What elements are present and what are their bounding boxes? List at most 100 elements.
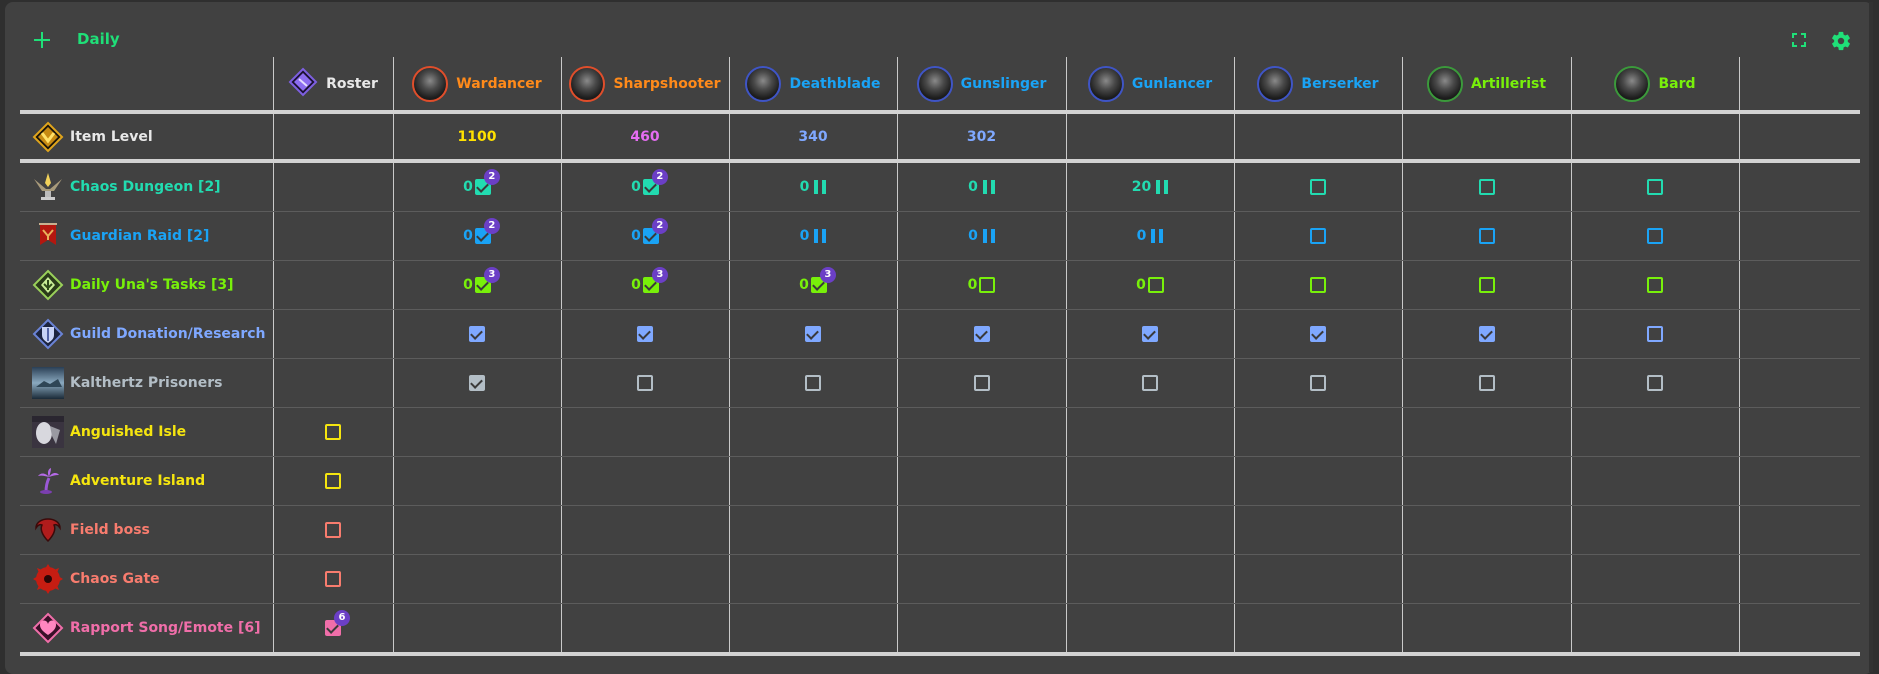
checkbox-checked[interactable] <box>973 326 990 342</box>
checkbox-unchecked[interactable] <box>325 522 341 538</box>
checkbox-unchecked[interactable] <box>1310 228 1326 244</box>
checkbox-unchecked[interactable] <box>637 375 653 391</box>
checkbox-unchecked[interactable] <box>325 571 341 587</box>
checkbox-unchecked[interactable] <box>325 473 341 489</box>
task-label[interactable]: Anguished Isle <box>70 424 186 440</box>
task-label[interactable]: Rapport Song/Emote [6] <box>70 620 261 636</box>
checkbox-unchecked[interactable] <box>1478 228 1495 244</box>
checkbox-unchecked[interactable] <box>325 424 341 440</box>
settings-button[interactable] <box>1830 30 1852 52</box>
cell-content: 02 <box>631 169 668 195</box>
cell-content <box>973 375 990 391</box>
task-cell: 0 <box>728 211 897 261</box>
character-avatar <box>412 65 449 102</box>
character-name: Gunlancer <box>1131 75 1213 92</box>
character-header[interactable]: Bard <box>1570 57 1739 114</box>
checkbox-unchecked[interactable] <box>1647 375 1663 391</box>
panel-title: Daily <box>77 30 120 48</box>
task-label[interactable]: Field boss <box>70 522 150 538</box>
task-cell <box>728 358 897 408</box>
checkbox-unchecked[interactable] <box>1478 277 1495 293</box>
character-header[interactable]: Gunlancer <box>1065 57 1234 114</box>
checkbox-unchecked[interactable] <box>1478 375 1495 391</box>
checkbox-checked[interactable]: 3 <box>474 267 500 293</box>
character-header[interactable]: Deathblade <box>728 57 897 114</box>
task-cell <box>1233 211 1402 261</box>
task-cell: 02 <box>392 161 561 212</box>
pause-icon[interactable] <box>814 180 827 194</box>
task-label[interactable]: Chaos Dungeon [2] <box>70 179 221 195</box>
character-header[interactable]: Gunslinger <box>896 57 1066 114</box>
checkbox-checked[interactable]: 3 <box>810 267 836 293</box>
character-header[interactable]: Berserker <box>1233 57 1402 114</box>
character-avatar <box>916 65 953 102</box>
pause-icon[interactable] <box>1151 229 1164 243</box>
task-label[interactable]: Guild Donation/Research <box>70 326 266 342</box>
cell-content <box>973 326 990 342</box>
task-label[interactable]: Guardian Raid [2] <box>70 228 209 244</box>
task-cell <box>1233 603 1402 656</box>
character-header[interactable]: Sharpshooter <box>560 57 729 114</box>
task-cell <box>392 358 561 408</box>
task-label[interactable]: Daily Una's Tasks [3] <box>70 277 234 293</box>
cell-content: 03 <box>799 267 836 293</box>
checkbox-checked[interactable] <box>805 326 821 342</box>
checkbox-checked[interactable]: 2 <box>642 218 668 244</box>
checkbox-unchecked[interactable] <box>1142 375 1158 391</box>
checkbox-unchecked[interactable] <box>1647 326 1663 342</box>
checkbox-checked[interactable] <box>1478 326 1495 342</box>
fullscreen-button[interactable] <box>1792 32 1806 47</box>
character-header[interactable]: Artillerist <box>1401 57 1571 114</box>
checkbox-checked[interactable] <box>1142 326 1158 342</box>
pause-icon[interactable] <box>982 180 995 194</box>
checkbox-checked[interactable] <box>637 326 653 342</box>
checkbox-unchecked[interactable] <box>1478 179 1495 195</box>
pause-icon[interactable] <box>982 229 995 243</box>
checkbox-unchecked[interactable] <box>1647 228 1663 244</box>
checkbox-checked[interactable]: 2 <box>474 218 500 244</box>
checkbox-checked[interactable]: 2 <box>474 169 500 195</box>
rest-bonus-badge: 2 <box>483 218 500 234</box>
cell-content: 20 <box>1132 179 1169 195</box>
cell-content <box>325 473 341 489</box>
checkbox-unchecked[interactable] <box>1310 277 1326 293</box>
character-header-content: Wardancer <box>394 65 561 102</box>
character-avatar <box>1426 65 1463 102</box>
task-label[interactable]: Chaos Gate <box>70 571 160 587</box>
cell-content: 03 <box>463 267 500 293</box>
checkbox-unchecked[interactable] <box>1647 179 1663 195</box>
checkbox-checked[interactable] <box>1310 326 1326 342</box>
palm-tree-icon <box>32 465 64 497</box>
chaos-gate-icon <box>32 563 64 595</box>
scrollbar[interactable] <box>1869 2 1873 672</box>
cell-content <box>1647 179 1663 195</box>
task-row: Adventure Island <box>20 456 1860 506</box>
pause-icon[interactable] <box>1156 180 1169 194</box>
checkbox-unchecked[interactable] <box>805 375 821 391</box>
checkbox-unchecked[interactable] <box>1310 375 1326 391</box>
corner-cell <box>20 57 273 114</box>
checkbox-unchecked[interactable] <box>979 277 996 293</box>
checkbox-checked[interactable]: 6 <box>325 610 350 636</box>
checkbox-checked[interactable]: 2 <box>642 169 668 195</box>
task-label[interactable]: Adventure Island <box>70 473 205 489</box>
empty-cell <box>1738 554 1860 604</box>
character-name: Berserker <box>1301 75 1379 92</box>
checkbox-checked[interactable] <box>469 326 485 342</box>
checkbox-unchecked[interactable] <box>1647 277 1663 293</box>
empty-cell <box>1738 112 1860 163</box>
checkbox-unchecked[interactable] <box>1147 277 1164 293</box>
checkbox-unchecked[interactable] <box>1310 179 1326 195</box>
add-task-button[interactable] <box>32 30 52 50</box>
completion-count: 0 <box>631 228 641 244</box>
checkbox-checked[interactable]: 3 <box>642 267 668 293</box>
task-cell <box>1570 554 1739 604</box>
checkbox-checked[interactable] <box>469 375 485 391</box>
empty-cell <box>1738 161 1860 212</box>
completion-count: 0 <box>463 228 473 244</box>
task-label[interactable]: Kalthertz Prisoners <box>70 375 222 391</box>
character-header[interactable]: Wardancer <box>392 57 561 114</box>
checkbox-unchecked[interactable] <box>973 375 990 391</box>
pause-icon[interactable] <box>814 229 827 243</box>
roster-cell <box>272 554 393 604</box>
